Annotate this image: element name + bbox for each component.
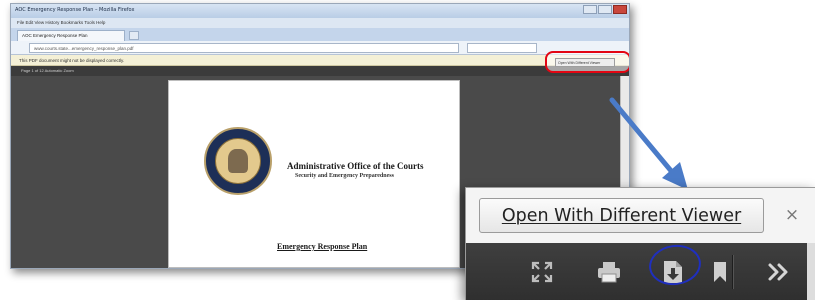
bookmark-icon[interactable] <box>705 257 735 287</box>
tools-menu-icon[interactable] <box>763 257 793 287</box>
print-icon[interactable] <box>594 257 624 287</box>
pdf-toolbar-zoomed <box>466 241 815 300</box>
tutorial-composite: AOC Emergency Response Plan – Mozilla Fi… <box>0 0 815 300</box>
notification-strip: Open With Different Viewer × <box>466 188 815 243</box>
download-icon[interactable] <box>658 257 688 287</box>
fullscreen-icon[interactable] <box>527 257 557 287</box>
arrow-shaft <box>609 97 675 175</box>
toolbar-separator <box>732 255 733 289</box>
close-icon[interactable]: × <box>782 204 802 226</box>
callout-scrollbar <box>807 243 815 300</box>
open-with-different-viewer-button[interactable]: Open With Different Viewer <box>479 198 764 233</box>
zoomed-callout: Open With Different Viewer × <box>465 187 815 300</box>
open-with-different-viewer-label: Open With Different Viewer <box>501 205 742 226</box>
